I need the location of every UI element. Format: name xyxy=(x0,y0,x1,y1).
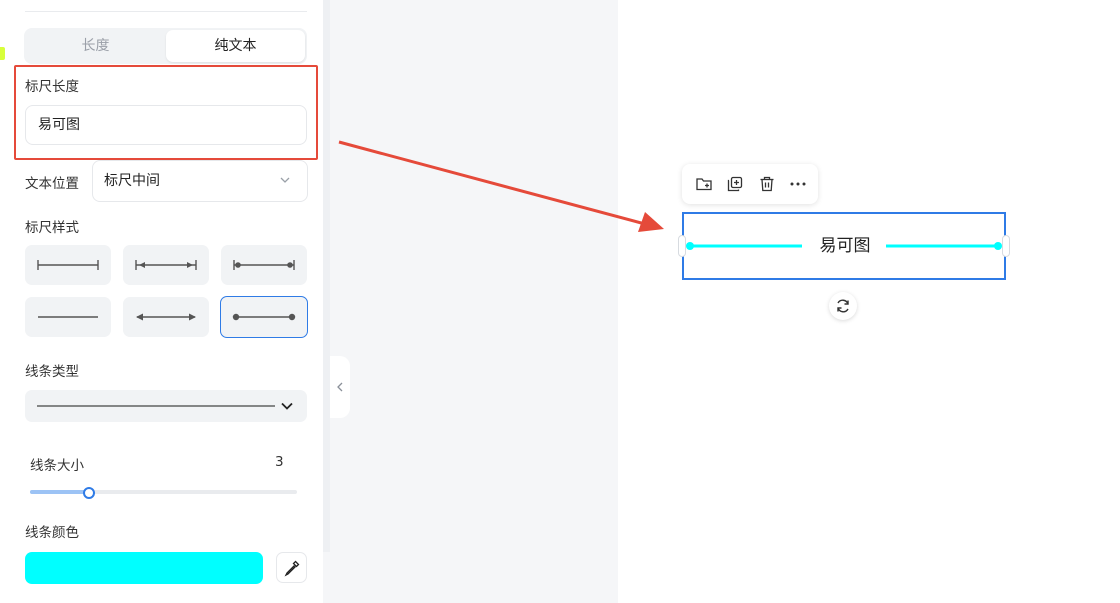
ruler-style-bar-dots-icon xyxy=(233,260,295,270)
ruler-text: 易可图 xyxy=(819,236,871,256)
more-button[interactable] xyxy=(788,174,808,194)
ruler-style-option-dots[interactable] xyxy=(220,296,308,338)
line-color-label: 线条颜色 xyxy=(25,525,79,541)
ruler-length-label: 标尺长度 xyxy=(25,79,79,95)
design-canvas[interactable] xyxy=(618,0,1120,603)
delete-icon xyxy=(760,176,774,192)
resize-handle-right[interactable] xyxy=(1002,235,1010,257)
ruler-style-bar-ends-icon xyxy=(37,260,99,270)
text-position-value: 标尺中间 xyxy=(104,173,160,189)
line-type-select[interactable] xyxy=(25,390,307,422)
eyedropper-button[interactable] xyxy=(276,552,307,583)
eyedropper-icon xyxy=(284,560,300,577)
more-icon xyxy=(790,182,806,186)
ruler-text-input[interactable]: 易可图 xyxy=(25,105,307,145)
line-type-label: 线条类型 xyxy=(25,364,79,380)
tab-length[interactable]: 长度 xyxy=(26,30,165,62)
edge-marker xyxy=(0,47,5,60)
chevron-down-icon xyxy=(281,402,293,410)
tab-plain-text[interactable]: 纯文本 xyxy=(166,30,305,62)
folder-add-icon xyxy=(696,178,712,191)
duplicate-icon xyxy=(727,176,743,192)
ruler-style-bar-arrows-icon xyxy=(135,260,197,270)
divider xyxy=(25,11,307,12)
ruler-style-dots-icon xyxy=(232,313,296,321)
text-position-label: 文本位置 xyxy=(25,176,79,192)
collapse-panel-button[interactable] xyxy=(330,356,350,418)
ruler-endpoint-dot xyxy=(686,242,694,250)
ruler-style-option-bar-arrows[interactable] xyxy=(123,245,209,285)
ruler-style-label: 标尺样式 xyxy=(25,220,79,236)
rotate-icon xyxy=(837,299,849,313)
line-size-value: 3 xyxy=(275,454,284,470)
ruler-style-arrows-icon xyxy=(136,313,196,321)
duplicate-button[interactable] xyxy=(725,174,745,194)
panel-scrollbar[interactable] xyxy=(323,0,330,552)
solid-line-preview-icon xyxy=(37,405,275,407)
line-size-slider-fill xyxy=(30,490,89,494)
ruler-style-option-plain[interactable] xyxy=(25,297,111,337)
ruler-endpoint-dot xyxy=(994,242,1002,250)
chevron-down-icon xyxy=(280,177,290,183)
chevron-left-icon xyxy=(337,382,343,392)
ruler-style-plain-icon xyxy=(38,316,98,318)
resize-handle-left[interactable] xyxy=(678,235,686,257)
text-position-select[interactable]: 标尺中间 xyxy=(92,160,308,202)
line-size-slider-thumb[interactable] xyxy=(82,487,95,499)
rotate-button[interactable] xyxy=(829,292,857,320)
line-size-label: 线条大小 xyxy=(30,458,84,474)
delete-button[interactable] xyxy=(757,174,777,194)
line-color-swatch[interactable] xyxy=(25,552,263,584)
ruler-style-option-bar-dots[interactable] xyxy=(221,245,307,285)
mode-segmented-control: 长度 纯文本 xyxy=(24,28,307,64)
folder-add-button[interactable] xyxy=(694,174,714,194)
element-toolbar xyxy=(682,164,818,204)
ruler-style-option-arrows[interactable] xyxy=(123,297,209,337)
line-size-slider-track[interactable] xyxy=(30,490,297,494)
ruler-style-option-bar-ends[interactable] xyxy=(25,245,111,285)
